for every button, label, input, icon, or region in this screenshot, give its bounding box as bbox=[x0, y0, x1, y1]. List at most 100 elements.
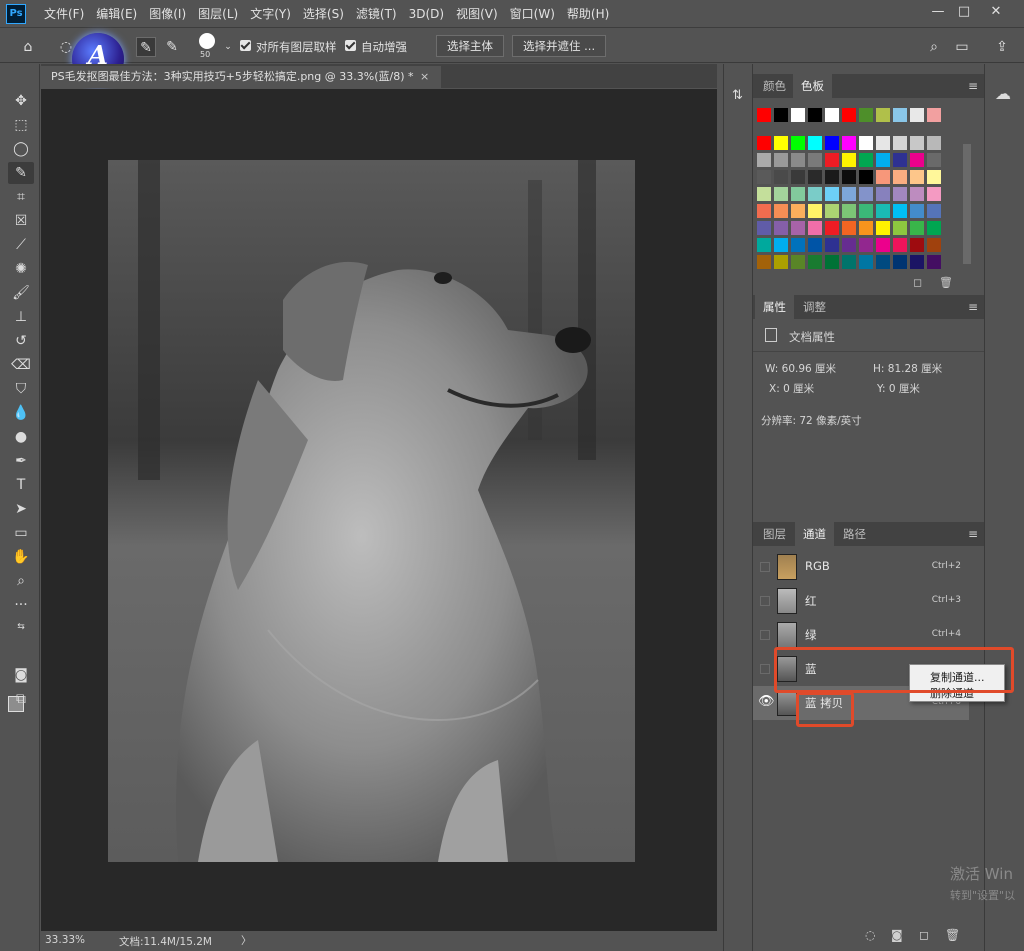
color-swatch[interactable] bbox=[808, 136, 822, 150]
color-swatch[interactable] bbox=[910, 153, 924, 167]
zoom-level[interactable]: 33.33% bbox=[45, 934, 85, 946]
menu-filter[interactable]: 滤镜(T) bbox=[350, 0, 403, 28]
restore-button[interactable]: □ bbox=[950, 0, 978, 24]
new-channel-icon[interactable]: ◻ bbox=[919, 928, 929, 942]
color-swatch[interactable] bbox=[859, 153, 873, 167]
color-swatch[interactable] bbox=[876, 238, 890, 252]
type-tool-icon[interactable]: T bbox=[8, 474, 34, 496]
color-swatch[interactable] bbox=[825, 187, 839, 201]
search-icon[interactable]: ⌕ bbox=[924, 37, 944, 57]
color-swatch[interactable] bbox=[757, 204, 771, 218]
color-swatch[interactable] bbox=[757, 238, 771, 252]
menu-help[interactable]: 帮助(H) bbox=[561, 0, 615, 28]
color-swatch[interactable] bbox=[910, 204, 924, 218]
color-swatch[interactable] bbox=[876, 136, 890, 150]
color-swatch[interactable] bbox=[927, 221, 941, 235]
tab-adjustments[interactable]: 调整 bbox=[795, 295, 834, 319]
lasso-tool-icon[interactable]: ◯ bbox=[8, 138, 34, 160]
color-swatch[interactable] bbox=[927, 238, 941, 252]
color-swatch[interactable] bbox=[893, 187, 907, 201]
color-swatch[interactable] bbox=[876, 255, 890, 269]
blur-tool-icon[interactable]: 💧 bbox=[8, 402, 34, 424]
color-swatch[interactable] bbox=[910, 187, 924, 201]
eye-icon[interactable]: 👁 bbox=[758, 694, 775, 709]
sample-all-layers-checkbox[interactable] bbox=[240, 40, 251, 51]
color-swatch[interactable] bbox=[808, 238, 822, 252]
color-swatch[interactable] bbox=[842, 238, 856, 252]
stamp-tool-icon[interactable]: ⊥ bbox=[8, 306, 34, 328]
color-swatch[interactable] bbox=[927, 255, 941, 269]
recent-swatch[interactable] bbox=[774, 108, 788, 122]
color-swatch[interactable] bbox=[859, 170, 873, 184]
color-swatch[interactable] bbox=[774, 153, 788, 167]
color-swatch[interactable] bbox=[774, 238, 788, 252]
height-value[interactable]: H: 81.28 厘米 bbox=[873, 361, 942, 376]
panel-menu-icon[interactable]: ≡ bbox=[968, 522, 978, 546]
close-tab-icon[interactable]: × bbox=[420, 66, 429, 88]
color-swatch[interactable] bbox=[774, 136, 788, 150]
color-swatch[interactable] bbox=[825, 170, 839, 184]
color-swatch[interactable] bbox=[893, 204, 907, 218]
visibility-toggle[interactable] bbox=[760, 664, 770, 674]
width-value[interactable]: W: 60.96 厘米 bbox=[765, 361, 836, 376]
menu-type[interactable]: 文字(Y) bbox=[244, 0, 297, 28]
color-swatch[interactable] bbox=[893, 170, 907, 184]
color-swatch[interactable] bbox=[910, 221, 924, 235]
channel-row-red[interactable]: 红 Ctrl+3 bbox=[753, 584, 969, 618]
delete-swatch-icon[interactable]: 🗑 bbox=[939, 276, 953, 289]
swap-colors-icon[interactable]: ⇆ bbox=[8, 616, 34, 638]
recent-swatch[interactable] bbox=[859, 108, 873, 122]
menu-select[interactable]: 选择(S) bbox=[297, 0, 350, 28]
tab-color[interactable]: 颜色 bbox=[755, 74, 794, 98]
delete-channel-icon[interactable]: 🗑 bbox=[945, 928, 960, 942]
dodge-tool-icon[interactable]: ● bbox=[8, 426, 34, 448]
color-swatch[interactable] bbox=[893, 153, 907, 167]
color-swatch[interactable] bbox=[774, 221, 788, 235]
color-swatch[interactable] bbox=[842, 204, 856, 218]
panel-menu-icon[interactable]: ≡ bbox=[968, 74, 978, 98]
pen-tool-icon[interactable]: ✒ bbox=[8, 450, 34, 472]
color-swatch[interactable] bbox=[893, 136, 907, 150]
quick-mask-icon[interactable]: ◙ bbox=[8, 664, 34, 686]
minimize-button[interactable]: — bbox=[924, 0, 952, 24]
menu-3d[interactable]: 3D(D) bbox=[403, 0, 450, 28]
color-swatch[interactable] bbox=[791, 153, 805, 167]
color-swatch[interactable] bbox=[808, 153, 822, 167]
color-swatch[interactable] bbox=[757, 153, 771, 167]
color-swatch[interactable] bbox=[927, 204, 941, 218]
color-swatch[interactable] bbox=[808, 204, 822, 218]
share-icon[interactable]: ⇪ bbox=[992, 37, 1012, 57]
x-value[interactable]: X: 0 厘米 bbox=[769, 381, 814, 396]
recent-swatch[interactable] bbox=[808, 108, 822, 122]
swatches-scrollbar[interactable] bbox=[963, 144, 971, 264]
color-swatch[interactable] bbox=[757, 170, 771, 184]
color-swatch[interactable] bbox=[859, 136, 873, 150]
color-swatch[interactable] bbox=[859, 204, 873, 218]
recent-swatch[interactable] bbox=[842, 108, 856, 122]
color-swatch[interactable] bbox=[893, 238, 907, 252]
eraser-tool-icon[interactable]: ⌫ bbox=[8, 354, 34, 376]
color-swatch[interactable] bbox=[859, 221, 873, 235]
brush-preview-icon[interactable] bbox=[199, 33, 215, 49]
color-swatch[interactable] bbox=[842, 221, 856, 235]
status-menu-arrow-icon[interactable]: 〉 bbox=[241, 933, 252, 948]
hand-tool-icon[interactable]: ✋ bbox=[8, 546, 34, 568]
color-swatch[interactable] bbox=[791, 170, 805, 184]
color-swatch[interactable] bbox=[757, 221, 771, 235]
color-swatch[interactable] bbox=[910, 136, 924, 150]
color-swatch[interactable] bbox=[791, 136, 805, 150]
color-swatch[interactable] bbox=[808, 187, 822, 201]
color-swatch[interactable] bbox=[774, 255, 788, 269]
color-swatch[interactable] bbox=[774, 204, 788, 218]
marquee-tool-icon[interactable]: ⬚ bbox=[8, 114, 34, 136]
recent-swatch[interactable] bbox=[910, 108, 924, 122]
screen-mode-icon[interactable]: ⧉ bbox=[8, 688, 34, 710]
color-swatch[interactable] bbox=[825, 136, 839, 150]
color-swatch[interactable] bbox=[876, 204, 890, 218]
color-swatch[interactable] bbox=[876, 221, 890, 235]
tab-swatches[interactable]: 色板 bbox=[793, 74, 832, 98]
home-icon[interactable]: ⌂ bbox=[18, 37, 38, 57]
color-swatch[interactable] bbox=[808, 255, 822, 269]
color-swatch[interactable] bbox=[757, 187, 771, 201]
document-tab[interactable]: PS毛发抠图最佳方法：3种实用技巧+5步轻松搞定.png @ 33.3%(蓝/8… bbox=[41, 66, 441, 88]
